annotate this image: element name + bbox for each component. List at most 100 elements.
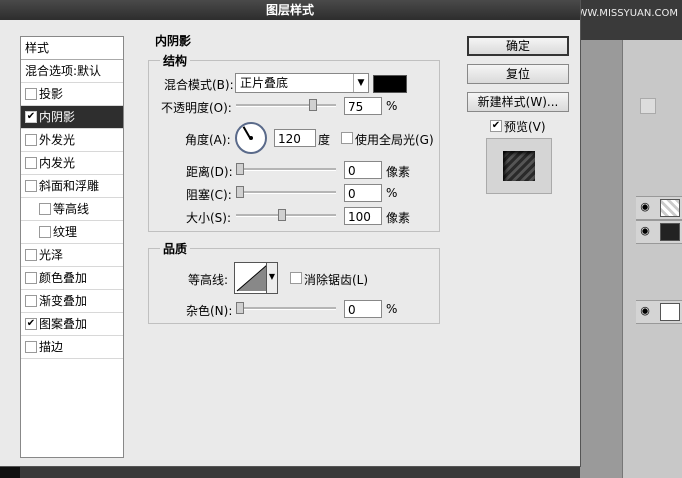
dialog-title: 图层样式 — [0, 0, 580, 20]
new-style-button[interactable]: 新建样式(W)... — [467, 92, 569, 112]
style-checkbox[interactable] — [25, 157, 37, 169]
slider-track — [236, 214, 336, 217]
style-list-item-label: 光泽 — [39, 248, 64, 262]
noise-input[interactable]: 0 — [344, 300, 382, 318]
style-list-item[interactable]: 颜色叠加 — [21, 267, 123, 290]
size-slider[interactable] — [236, 208, 336, 222]
style-list-item-label: 内发光 — [39, 156, 76, 170]
eye-icon[interactable]: ◉ — [639, 225, 651, 237]
noise-unit: % — [386, 302, 398, 316]
style-list-item[interactable]: 混合选项:默认 — [21, 60, 123, 83]
blend-mode-label: 混合模式(B): — [164, 78, 234, 92]
slider-track — [236, 104, 336, 107]
slider-track — [236, 168, 336, 171]
distance-input[interactable]: 0 — [344, 161, 382, 179]
style-list: 样式 混合选项:默认 投影 ✔ 内阴影 外发光 内发光 斜面和浮雕 等高线 纹理 光泽 颜色叠加 渐变… — [20, 36, 124, 458]
layer-thumbnail — [660, 199, 680, 217]
style-checkbox[interactable] — [25, 180, 37, 192]
noise-slider[interactable] — [236, 301, 336, 315]
choke-input[interactable]: 0 — [344, 184, 382, 202]
slider-handle[interactable] — [236, 163, 244, 175]
style-list-item[interactable]: 纹理 — [21, 221, 123, 244]
choke-slider[interactable] — [236, 185, 336, 199]
style-list-item[interactable]: 光泽 — [21, 244, 123, 267]
slider-handle[interactable] — [236, 186, 244, 198]
style-list-item-label: 图案叠加 — [39, 317, 88, 331]
layer-row[interactable]: ◉ — [636, 300, 682, 324]
style-list-item[interactable]: 描边 — [21, 336, 123, 359]
eye-icon[interactable]: ◉ — [639, 201, 651, 213]
style-list-item[interactable]: 内发光 — [21, 152, 123, 175]
style-list-item-label: 混合选项:默认 — [25, 64, 102, 78]
style-checkbox[interactable]: ✔ — [25, 318, 37, 330]
size-input[interactable]: 100 — [344, 207, 382, 225]
slider-handle[interactable] — [309, 99, 317, 111]
style-checkbox[interactable] — [25, 341, 37, 353]
style-list-item-label: 内阴影 — [39, 110, 76, 124]
style-list-item-label: 投影 — [39, 87, 64, 101]
layer-style-dialog: 图层样式 样式 混合选项:默认 投影 ✔ 内阴影 外发光 内发光 斜面和浮雕 等高线 纹理 光泽颜… — [0, 0, 581, 467]
style-checkbox[interactable]: ✔ — [25, 111, 37, 123]
choke-label: 阻塞(C): — [186, 188, 232, 202]
shadow-color-swatch[interactable] — [373, 75, 407, 93]
style-preview — [486, 138, 552, 194]
layer-thumbnail — [660, 223, 680, 241]
anti-alias-label: 消除锯齿(L) — [304, 273, 369, 287]
style-checkbox[interactable] — [25, 88, 37, 100]
style-list-item[interactable]: ✔ 内阴影 — [21, 106, 123, 129]
style-list-item-label: 描边 — [39, 340, 64, 354]
contour-curve-icon — [236, 264, 268, 292]
inner-shadow-title: 内阴影 — [152, 32, 195, 49]
style-checkbox[interactable] — [39, 226, 51, 238]
style-checkbox[interactable] — [25, 272, 37, 284]
opacity-label: 不透明度(O): — [161, 101, 232, 115]
anti-alias-checkbox[interactable] — [290, 272, 302, 284]
blend-mode-select[interactable]: 正片叠底 ▼ — [235, 73, 369, 93]
layer-lock-box[interactable] — [640, 98, 656, 114]
opacity-input[interactable]: 75 — [344, 97, 382, 115]
size-unit: 像素 — [386, 211, 411, 225]
angle-input[interactable]: 120 — [274, 129, 316, 147]
chevron-down-icon[interactable]: ▼ — [266, 262, 278, 294]
distance-unit: 像素 — [386, 165, 411, 179]
slider-handle[interactable] — [278, 209, 286, 221]
style-list-item-label: 颜色叠加 — [39, 271, 88, 285]
style-list-item[interactable]: 渐变叠加 — [21, 290, 123, 313]
eye-icon[interactable]: ◉ — [639, 305, 651, 317]
contour-label: 等高线: — [188, 273, 229, 287]
style-list-item[interactable]: ✔ 图案叠加 — [21, 313, 123, 336]
style-checkbox[interactable] — [39, 203, 51, 215]
ok-button[interactable]: 确定 — [467, 36, 569, 56]
style-list-item[interactable]: 等高线 — [21, 198, 123, 221]
structure-title: 结构 — [160, 52, 191, 69]
opacity-unit: % — [386, 99, 398, 113]
style-checkbox[interactable] — [25, 295, 37, 307]
chevron-down-icon: ▼ — [353, 74, 368, 92]
noise-label: 杂色(N): — [186, 304, 233, 318]
style-checkbox[interactable] — [25, 249, 37, 261]
style-checkbox[interactable] — [25, 134, 37, 146]
size-label: 大小(S): — [186, 211, 232, 225]
blend-mode-value: 正片叠底 — [240, 76, 289, 90]
distance-slider[interactable] — [236, 162, 336, 176]
style-list-item-label: 纹理 — [53, 225, 78, 239]
angle-label: 角度(A): — [185, 133, 231, 147]
style-list-item[interactable]: 斜面和浮雕 — [21, 175, 123, 198]
opacity-slider[interactable] — [236, 98, 336, 112]
layer-row[interactable]: ◉ — [636, 196, 682, 220]
preview-checkbox[interactable]: ✔ — [490, 120, 502, 132]
layer-row[interactable]: ◉ — [636, 220, 682, 244]
style-list-item-label: 斜面和浮雕 — [39, 179, 100, 193]
reset-button[interactable]: 复位 — [467, 64, 569, 84]
slider-track — [236, 191, 336, 194]
distance-label: 距离(D): — [186, 165, 233, 179]
style-list-item[interactable]: 投影 — [21, 83, 123, 106]
contour-picker[interactable] — [234, 262, 270, 294]
style-list-item[interactable]: 外发光 — [21, 129, 123, 152]
layers-panel-background: ◉ ◉ ◉ — [580, 0, 682, 478]
slider-handle[interactable] — [236, 302, 244, 314]
global-light-checkbox[interactable] — [341, 132, 353, 144]
layer-thumbnail — [660, 303, 680, 321]
style-list-header[interactable]: 样式 — [21, 37, 123, 60]
angle-dial[interactable] — [235, 122, 267, 154]
